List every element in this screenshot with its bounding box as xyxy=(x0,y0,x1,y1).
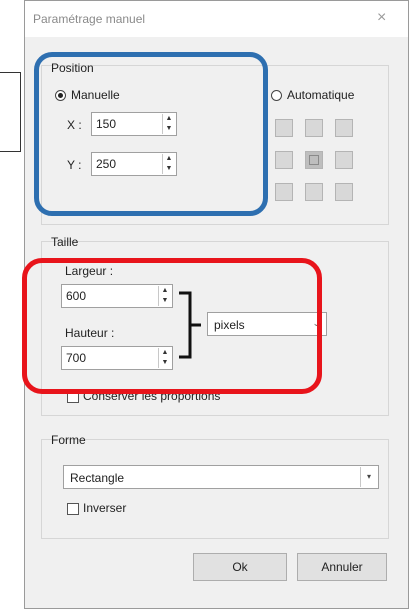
anchor-middle-right[interactable] xyxy=(335,151,353,169)
anchor-top-left[interactable] xyxy=(275,119,293,137)
window-title: Paramétrage manuel xyxy=(33,12,146,26)
invert-label: Inverser xyxy=(83,501,127,515)
ok-button[interactable]: Ok xyxy=(193,553,287,581)
dropdown-arrow-icon[interactable]: ▾ xyxy=(360,467,377,487)
external-frame xyxy=(0,72,21,152)
cancel-button[interactable]: Annuler xyxy=(297,553,387,581)
anchor-bottom-center[interactable] xyxy=(305,183,323,201)
size-group-label: Taille xyxy=(51,235,79,249)
anchor-middle-left[interactable] xyxy=(275,151,293,169)
shape-value: Rectangle xyxy=(70,471,125,485)
title-bar: Paramétrage manuel × xyxy=(25,1,408,37)
size-highlight-annotation xyxy=(22,258,322,394)
anchor-center[interactable] xyxy=(305,151,323,169)
automatic-radio-label: Automatique xyxy=(287,88,355,102)
anchor-bottom-right[interactable] xyxy=(335,183,353,201)
invert-checkbox[interactable] xyxy=(67,503,79,515)
anchor-bottom-left[interactable] xyxy=(275,183,293,201)
position-highlight-annotation xyxy=(34,52,268,216)
shape-group xyxy=(41,439,389,539)
anchor-top-center[interactable] xyxy=(305,119,323,137)
shape-group-label: Forme xyxy=(51,433,86,447)
shape-select[interactable]: Rectangle ▾ xyxy=(63,465,379,489)
automatic-radio[interactable] xyxy=(271,90,282,101)
anchor-top-right[interactable] xyxy=(335,119,353,137)
close-icon[interactable]: × xyxy=(377,9,386,27)
